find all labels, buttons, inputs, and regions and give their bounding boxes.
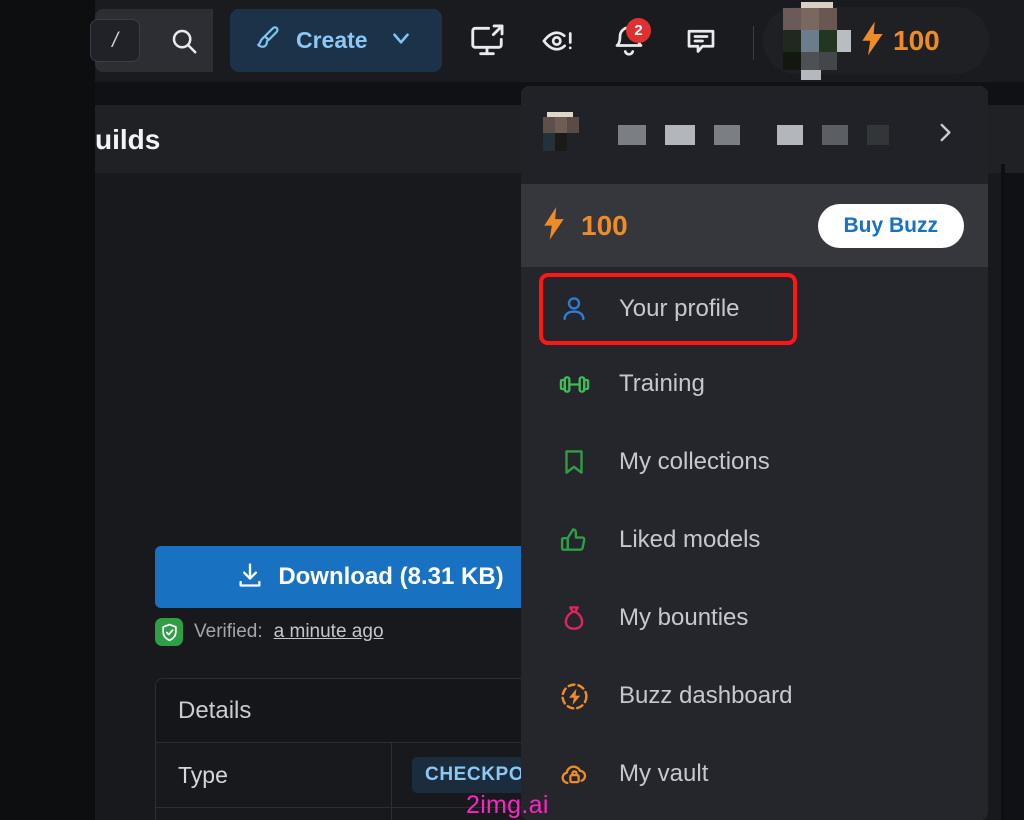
bookmark-icon xyxy=(557,447,591,477)
create-button[interactable]: Create xyxy=(230,9,442,72)
download-icon xyxy=(236,561,264,594)
menu-item-label: My vault xyxy=(619,760,709,787)
screen-share-icon[interactable] xyxy=(463,17,511,65)
menu-item-label: Liked models xyxy=(619,526,761,553)
watermark: 2img.ai xyxy=(466,791,549,819)
chat-bubble-icon[interactable] xyxy=(677,17,725,65)
buzz-amount: 100 xyxy=(893,24,940,56)
thumbs-up-icon xyxy=(557,525,591,555)
eye-alert-icon[interactable] xyxy=(535,17,583,65)
left-gutter xyxy=(0,0,95,820)
user-avatar-pixelated xyxy=(783,2,851,80)
menu-item-label: My bounties xyxy=(619,604,749,631)
menu-item-my-collections[interactable]: My collections xyxy=(521,423,988,501)
menu-items-list: Your profile Training My collections Lik… xyxy=(521,267,988,813)
menu-item-label: Your profile xyxy=(619,295,740,322)
details-key-type: Type xyxy=(156,743,392,807)
menu-item-my-vault[interactable]: My vault xyxy=(521,735,988,813)
dumbbell-icon xyxy=(557,369,591,400)
menu-item-training[interactable]: Training xyxy=(521,345,988,423)
verified-timestamp[interactable]: a minute ago xyxy=(274,621,384,643)
username-redacted xyxy=(618,125,889,145)
header-divider xyxy=(753,26,754,60)
menu-buzz-amount: 100 xyxy=(581,209,628,241)
details-key-stats: Stats xyxy=(156,808,392,820)
menu-item-label: Training xyxy=(619,370,705,397)
menu-buzz-row: 100 Buy Buzz xyxy=(521,184,988,267)
user-icon xyxy=(557,294,591,324)
lightning-bolt-icon xyxy=(859,21,886,60)
buzz-dashboard-icon xyxy=(557,681,591,712)
user-avatar-pixelated xyxy=(543,112,579,151)
top-header-bar: / Create 2 100 xyxy=(90,0,1024,82)
money-bag-icon xyxy=(557,603,591,633)
app-root: / Create 2 100 uilds Download (8.31 KB) … xyxy=(0,0,1024,820)
details-heading: Details xyxy=(156,679,584,742)
menu-item-label: My collections xyxy=(619,448,770,475)
shield-check-icon xyxy=(155,618,183,646)
search-icon[interactable] xyxy=(155,9,213,72)
user-dropdown-menu: 100 Buy Buzz Your profile Training My co… xyxy=(521,86,988,820)
bell-icon[interactable]: 2 xyxy=(605,17,653,65)
lightning-bolt-icon xyxy=(541,206,567,245)
buzz-balance-pill[interactable]: 100 xyxy=(763,2,989,80)
search-bar[interactable]: / xyxy=(90,9,213,72)
page-title: uilds xyxy=(95,124,161,155)
menu-item-buzz-dashboard[interactable]: Buzz dashboard xyxy=(521,657,988,735)
menu-user-row[interactable] xyxy=(521,86,988,184)
create-button-label: Create xyxy=(296,27,368,53)
download-button-label: Download (8.31 KB) xyxy=(278,563,504,590)
menu-item-liked-models[interactable]: Liked models xyxy=(521,501,988,579)
verified-label: Verified: xyxy=(194,621,263,642)
verified-status: Verified: a minute ago xyxy=(155,618,384,646)
menu-item-my-bounties[interactable]: My bounties xyxy=(521,579,988,657)
menu-item-your-profile[interactable]: Your profile xyxy=(539,273,797,345)
search-shortcut-key: / xyxy=(90,19,140,62)
menu-item-label: Buzz dashboard xyxy=(619,682,793,709)
bell-badge: 2 xyxy=(626,18,651,43)
chevron-right-icon xyxy=(932,118,958,153)
page-scroll-edge xyxy=(1001,164,1005,820)
cloud-lock-icon xyxy=(557,759,591,790)
paintbrush-icon xyxy=(254,24,282,57)
buy-buzz-button[interactable]: Buy Buzz xyxy=(817,203,964,248)
chevron-down-icon xyxy=(388,25,414,56)
